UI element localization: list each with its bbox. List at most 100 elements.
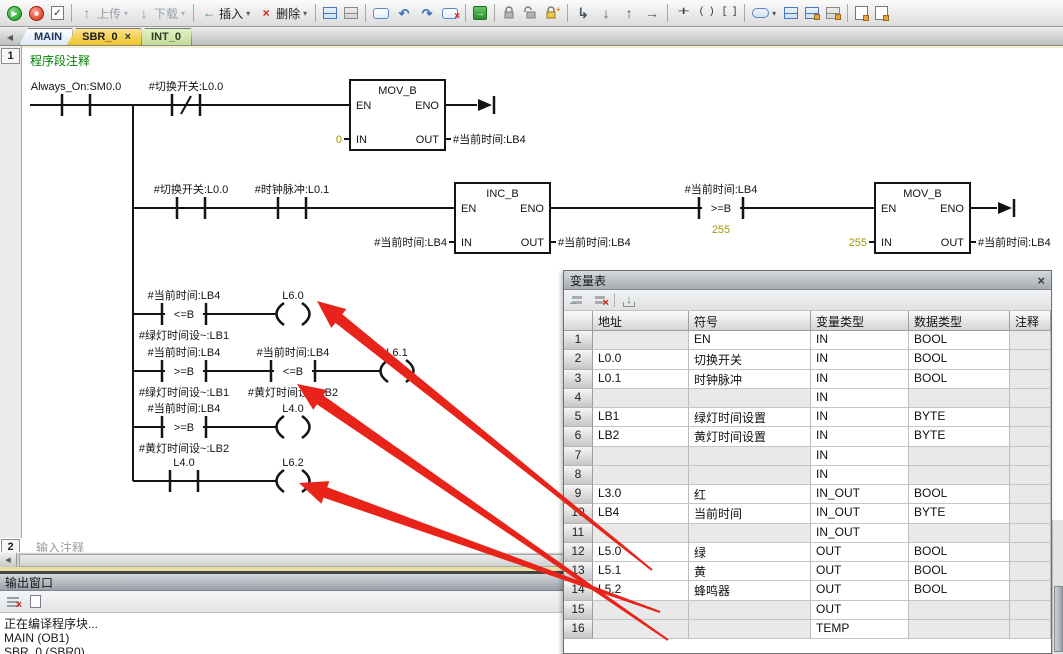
cell-comment[interactable] xyxy=(1010,485,1051,504)
cell-symbol[interactable]: 切换开关 xyxy=(689,350,811,369)
cell-data-type[interactable] xyxy=(909,524,1010,543)
network-nav-button[interactable] xyxy=(320,2,340,24)
network-number[interactable]: 1 xyxy=(1,48,20,64)
row-number[interactable]: 6 xyxy=(564,427,593,446)
cell-address[interactable] xyxy=(593,466,689,485)
close-icon[interactable]: × xyxy=(1037,273,1045,288)
goto-button[interactable]: → xyxy=(470,2,490,24)
page-edit-button[interactable] xyxy=(852,2,871,24)
copy-output-button[interactable] xyxy=(27,595,43,609)
cell-comment[interactable] xyxy=(1010,331,1051,350)
tab-main[interactable]: MAIN xyxy=(19,28,73,45)
cell-comment[interactable] xyxy=(1010,543,1051,562)
cell-comment[interactable] xyxy=(1010,581,1051,600)
cell-data-type[interactable]: BYTE xyxy=(909,408,1010,427)
cell-data-type[interactable] xyxy=(909,447,1010,466)
unlock-button[interactable] xyxy=(520,2,540,24)
cell-address[interactable]: LB4 xyxy=(593,504,689,523)
cell-comment[interactable] xyxy=(1010,504,1051,523)
cell-symbol[interactable] xyxy=(689,524,811,543)
cell-data-type[interactable] xyxy=(909,620,1010,639)
insert-box-button[interactable]: [ ] xyxy=(718,2,740,24)
cell-symbol[interactable]: 黄灯时间设置 xyxy=(689,427,811,446)
cell-var-type[interactable]: IN_OUT xyxy=(811,524,909,543)
cell-comment[interactable] xyxy=(1010,447,1051,466)
insert-coil-button[interactable]: ( ) xyxy=(695,2,717,24)
undo-button[interactable]: ↶ xyxy=(393,2,415,24)
row-number[interactable]: 4 xyxy=(564,389,593,408)
cell-var-type[interactable]: OUT xyxy=(811,562,909,581)
address-tag-button[interactable]: ▾ xyxy=(749,2,780,24)
lock-add-button[interactable]: + xyxy=(541,2,563,24)
chevron-down-icon[interactable]: ▾ xyxy=(245,9,251,18)
delete-page-button[interactable]: × xyxy=(439,2,461,24)
cell-data-type[interactable]: BOOL xyxy=(909,581,1010,600)
branch-down-button[interactable]: ↳ xyxy=(572,2,594,24)
cell-data-type[interactable]: BOOL xyxy=(909,485,1010,504)
cell-var-type[interactable]: IN xyxy=(811,389,909,408)
cell-symbol[interactable]: 黄 xyxy=(689,562,811,581)
row-number[interactable]: 2 xyxy=(564,350,593,369)
cell-data-type[interactable]: BOOL xyxy=(909,562,1010,581)
cell-var-type[interactable]: IN_OUT xyxy=(811,485,909,504)
clear-output-button[interactable]: × xyxy=(5,595,21,609)
tab-sbr0[interactable]: SBR_0× xyxy=(67,28,142,45)
cell-address[interactable]: L0.0 xyxy=(593,350,689,369)
cell-comment[interactable] xyxy=(1010,427,1051,446)
cell-address[interactable] xyxy=(593,620,689,639)
row-number[interactable]: 3 xyxy=(564,370,593,389)
cell-address[interactable]: L5.2 xyxy=(593,581,689,600)
column-header-4[interactable]: 数据类型 xyxy=(909,311,1010,331)
cell-data-type[interactable]: BOOL xyxy=(909,350,1010,369)
column-header-3[interactable]: 变量类型 xyxy=(811,311,909,331)
row-number[interactable]: 12 xyxy=(564,543,593,562)
chevron-down-icon[interactable]: ▾ xyxy=(123,9,129,18)
vertical-scrollbar[interactable] xyxy=(1052,520,1063,654)
cell-data-type[interactable] xyxy=(909,389,1010,408)
run-button[interactable]: ▶ xyxy=(4,2,25,24)
cell-symbol[interactable] xyxy=(689,389,811,408)
cell-comment[interactable] xyxy=(1010,408,1051,427)
insert-contact-button[interactable]: ⊣⊢ xyxy=(672,2,694,24)
import-button[interactable]: ↓ xyxy=(620,293,638,307)
compile-button[interactable]: ✓ xyxy=(48,2,67,24)
row-number[interactable]: 14 xyxy=(564,581,593,600)
lock-button[interactable] xyxy=(499,2,519,24)
row-number[interactable]: 9 xyxy=(564,485,593,504)
cell-var-type[interactable]: TEMP xyxy=(811,620,909,639)
table-edit-button[interactable] xyxy=(802,2,822,24)
row-number[interactable]: 8 xyxy=(564,466,593,485)
upload-button[interactable]: ↑ 上传 ▾ xyxy=(76,2,132,24)
chevron-down-icon[interactable]: ▾ xyxy=(180,9,186,18)
cell-address[interactable] xyxy=(593,331,689,350)
cell-data-type[interactable]: BYTE xyxy=(909,427,1010,446)
line-up-button[interactable]: ↑ xyxy=(618,2,640,24)
tab-int0[interactable]: INT_0 xyxy=(136,28,192,45)
variable-table-titlebar[interactable]: 变量表 × xyxy=(564,271,1051,290)
cell-var-type[interactable]: IN xyxy=(811,350,909,369)
cell-var-type[interactable]: IN xyxy=(811,466,909,485)
scroll-left-button[interactable]: ◀ xyxy=(0,553,17,567)
chevron-down-icon[interactable]: ▾ xyxy=(302,9,308,18)
cell-symbol[interactable] xyxy=(689,466,811,485)
download-button[interactable]: ↓ 下载 ▾ xyxy=(133,2,189,24)
cell-comment[interactable] xyxy=(1010,562,1051,581)
cell-address[interactable] xyxy=(593,389,689,408)
network-number[interactable]: 2 xyxy=(1,539,20,552)
row-number-header[interactable] xyxy=(564,311,593,331)
cell-var-type[interactable]: IN_OUT xyxy=(811,504,909,523)
row-number[interactable]: 13 xyxy=(564,562,593,581)
cell-symbol[interactable] xyxy=(689,447,811,466)
cell-symbol[interactable]: 当前时间 xyxy=(689,504,811,523)
network-comment-placeholder[interactable]: 输入注释 xyxy=(36,539,84,552)
cell-var-type[interactable]: OUT xyxy=(811,581,909,600)
chevron-down-icon[interactable]: ▾ xyxy=(771,9,777,18)
network-comment[interactable]: 程序段注释 xyxy=(30,52,90,69)
cell-comment[interactable] xyxy=(1010,524,1051,543)
line-down-button[interactable]: ↓ xyxy=(595,2,617,24)
cell-comment[interactable] xyxy=(1010,370,1051,389)
cell-data-type[interactable]: BOOL xyxy=(909,543,1010,562)
cell-symbol[interactable] xyxy=(689,620,811,639)
cell-comment[interactable] xyxy=(1010,389,1051,408)
cell-data-type[interactable] xyxy=(909,466,1010,485)
